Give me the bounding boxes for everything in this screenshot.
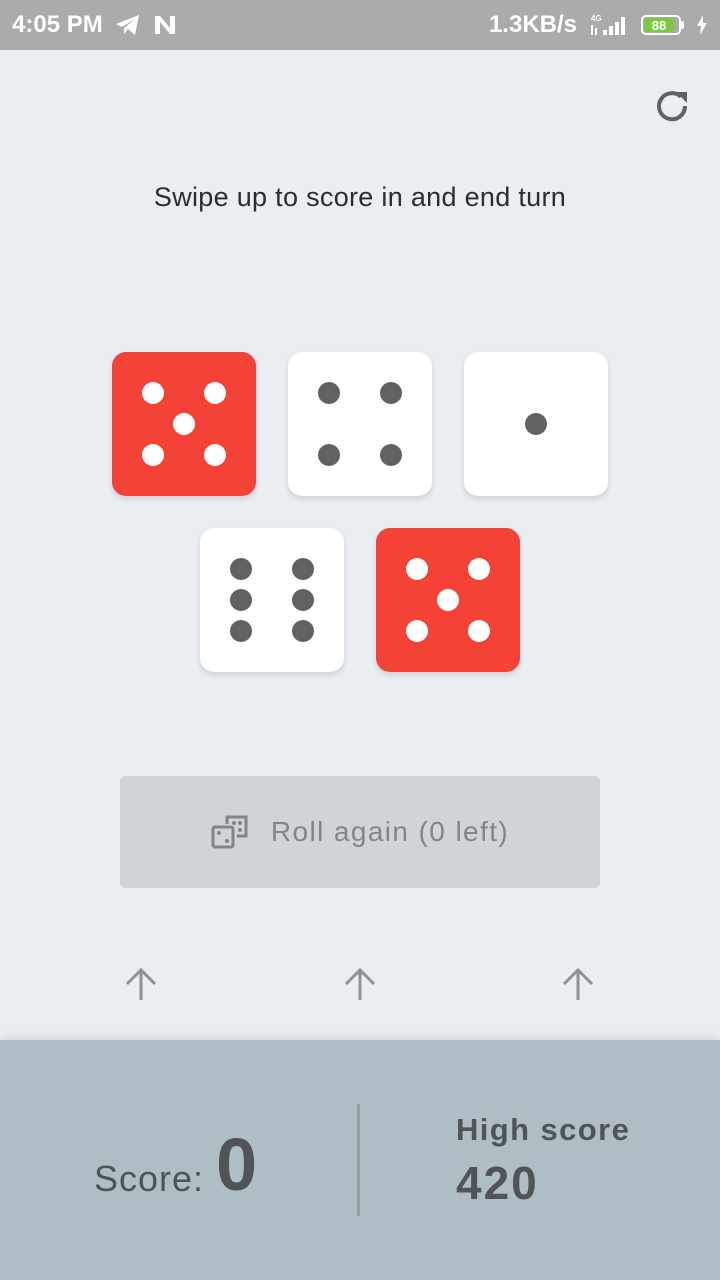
die-pip <box>292 589 314 611</box>
die-pip <box>437 589 459 611</box>
die-pip <box>142 382 164 404</box>
die-5[interactable] <box>376 528 520 672</box>
die-pip <box>468 558 490 580</box>
die-pip <box>230 589 252 611</box>
die-pip <box>318 444 340 466</box>
score-divider <box>357 1104 360 1216</box>
high-score-value: 420 <box>456 1157 539 1209</box>
die-pip <box>468 620 490 642</box>
die-pip <box>204 382 226 404</box>
die-pip <box>292 558 314 580</box>
die-pip <box>406 620 428 642</box>
dice-area <box>0 0 720 720</box>
die-3[interactable] <box>464 352 608 496</box>
die-pip <box>230 620 252 642</box>
die-pip <box>230 558 252 580</box>
arrow-up-icon <box>562 967 594 1000</box>
score-label: Score: <box>94 1158 205 1199</box>
die-pip <box>406 558 428 580</box>
arrow-up-icon <box>125 967 157 1000</box>
dice-icon <box>211 815 248 849</box>
die-pip <box>142 444 164 466</box>
die-pip <box>380 444 402 466</box>
roll-again-label: Roll again (0 left) <box>270 816 510 847</box>
die-pip <box>380 382 402 404</box>
die-pip <box>173 413 195 435</box>
roll-again-button[interactable]: Roll again (0 left) <box>120 776 600 888</box>
score-value: 0 <box>216 1123 258 1206</box>
die-pip <box>292 620 314 642</box>
die-1[interactable] <box>112 352 256 496</box>
die-4[interactable] <box>200 528 344 672</box>
die-pip <box>525 413 547 435</box>
arrow-up-icon <box>344 967 376 1000</box>
die-pip <box>204 444 226 466</box>
score-panel: Score: 0 High score 420 <box>0 1040 720 1280</box>
die-2[interactable] <box>288 352 432 496</box>
die-pip <box>318 382 340 404</box>
high-score-label: High score <box>456 1112 631 1147</box>
